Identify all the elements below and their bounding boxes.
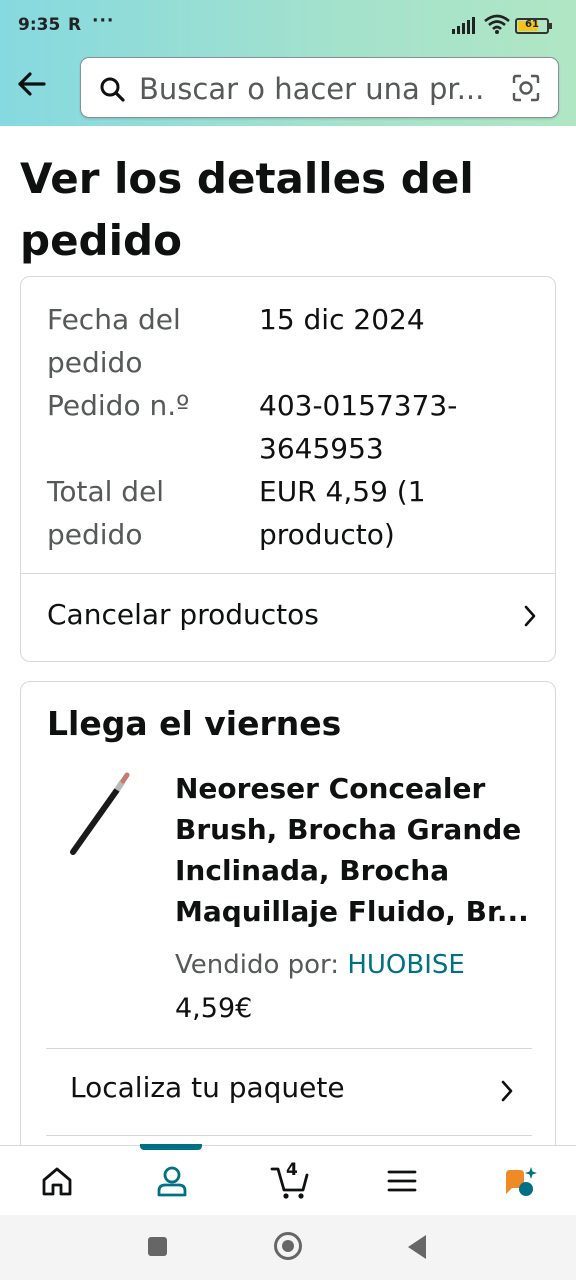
order-number-value: 403-0157373-3645953 [259,389,458,465]
nav-cart[interactable]: 4 [230,1146,346,1216]
battery-icon: 61 [515,18,552,34]
home-icon [42,1167,72,1196]
order-total-value: EUR 4,59 (1 producto) [259,475,426,551]
status-bar: 9:35 R ··· 61 [0,0,576,52]
cancel-products-button[interactable]: Cancelar productos [21,574,555,660]
account-icon [157,1166,187,1197]
order-date-label: Fecha del pedido [47,303,181,379]
seller-label: Vendido por: [175,950,340,980]
more-notifications-icon: ··· [92,11,115,31]
nav-home[interactable] [0,1146,116,1216]
nav-menu[interactable] [345,1146,461,1216]
signal-icon [452,16,478,38]
cart-count-badge: 4 [286,1160,298,1180]
wifi-icon [484,14,510,38]
camera-search-icon[interactable] [512,74,540,106]
menu-icon [387,1170,417,1192]
product-price: 4,59€ [175,993,253,1024]
bottom-nav: 4 [0,1144,576,1216]
nav-assistant[interactable] [460,1146,576,1216]
seller-link[interactable]: HUOBISE [347,950,464,980]
product-name-link[interactable]: Neoreser Concealer Brush, Brocha Grande … [175,768,545,932]
seller-info: Vendido por: HUOBISE [175,950,465,980]
back-system-button[interactable] [408,1235,426,1259]
order-date-value: 15 dic 2024 [259,303,425,336]
recents-button[interactable] [148,1237,167,1256]
back-button[interactable] [14,66,50,102]
divider [46,1135,532,1136]
order-summary-card: Fecha del pedido 15 dic 2024 Pedido n.º … [20,276,556,662]
status-time: 9:35 [18,15,61,35]
track-package-label: Localiza tu paquete [70,1071,345,1104]
home-button[interactable] [274,1232,302,1260]
system-nav-bar [0,1215,576,1280]
shipment-card: Llega el viernes Neoreser Concealer Brus… [20,681,556,1161]
product-image[interactable] [61,772,141,862]
track-package-button[interactable]: Localiza tu paquete [46,1049,532,1135]
chevron-right-icon [524,605,536,627]
nav-account[interactable] [115,1146,231,1216]
chevron-right-icon [501,1080,513,1102]
order-total-label: Total del pedido [47,475,165,551]
search-bar[interactable]: Buscar o hacer una pr... [80,57,559,118]
search-input[interactable]: Buscar o hacer una pr... [139,72,484,106]
page-title: Ver los detalles del pedido [20,154,474,265]
search-icon [99,76,125,106]
carrier-icon: R [68,15,82,35]
header: 9:35 R ··· 61 Buscar o hacer una pr... [0,0,576,126]
back-arrow-icon [18,72,46,96]
assistant-icon [506,1167,537,1196]
cancel-products-label: Cancelar productos [47,598,319,631]
arrival-heading: Llega el viernes [47,704,342,743]
order-number-label: Pedido n.º [47,389,190,422]
